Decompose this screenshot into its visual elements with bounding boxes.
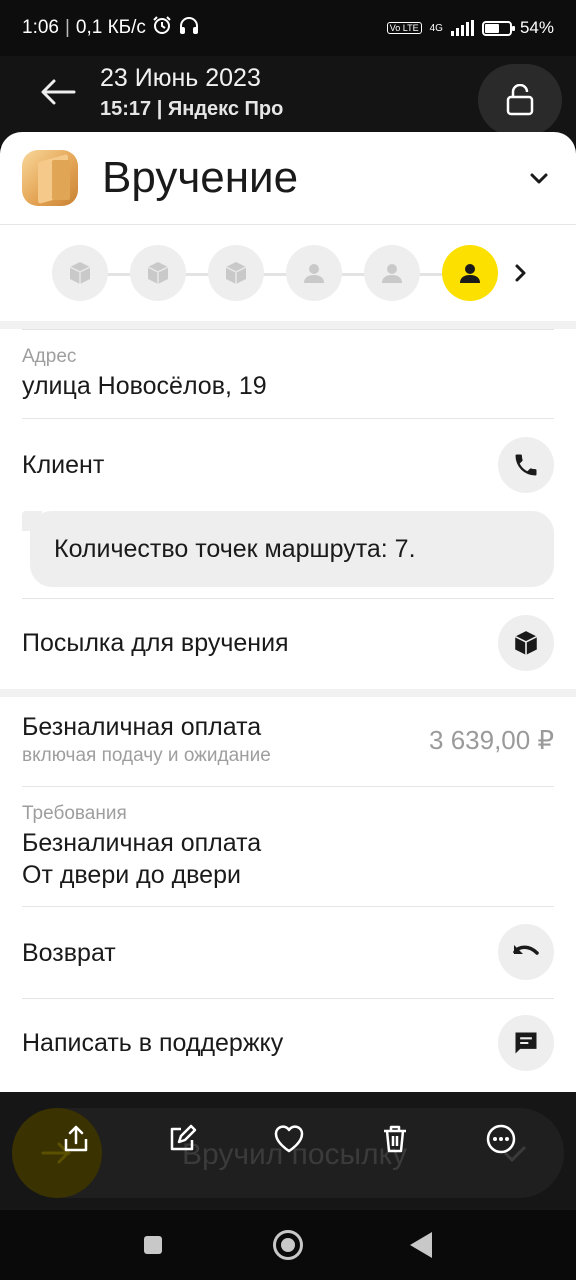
heart-icon bbox=[274, 1125, 304, 1153]
box-icon bbox=[147, 262, 169, 284]
lock-button[interactable] bbox=[478, 64, 562, 136]
requirement-door: От двери до двери bbox=[22, 861, 241, 889]
step-person-current[interactable] bbox=[442, 245, 498, 301]
step-person-2[interactable] bbox=[364, 245, 420, 301]
section-divider bbox=[0, 321, 576, 329]
edit-button[interactable] bbox=[165, 1122, 199, 1156]
sheet-title: Вручение bbox=[102, 153, 299, 202]
parcel-button[interactable] bbox=[498, 615, 554, 671]
phone-icon bbox=[515, 454, 537, 476]
stepper-next-button[interactable] bbox=[510, 261, 532, 285]
route-message-text: Количество точек маршрута: 7. bbox=[54, 534, 416, 563]
person-icon bbox=[304, 264, 324, 283]
call-client-button[interactable] bbox=[498, 437, 554, 493]
address-row[interactable]: Адрес улица Новосёлов, 19 bbox=[22, 329, 554, 419]
more-icon bbox=[486, 1124, 516, 1154]
box-icon bbox=[69, 262, 91, 284]
signal-icon bbox=[450, 20, 474, 36]
payment-subtitle: включая подачу и ожидание bbox=[22, 745, 271, 766]
battery-percent: 54% bbox=[519, 18, 554, 37]
network-speed: 0,1 КБ/с bbox=[75, 17, 146, 38]
bubble-spacer bbox=[22, 587, 554, 599]
network-type: 4G bbox=[429, 22, 443, 34]
ride-subtitle: 15:17 | Яндекс Про bbox=[100, 98, 284, 120]
status-separator: | bbox=[64, 17, 70, 38]
step-box-2[interactable] bbox=[130, 245, 186, 301]
chat-icon bbox=[515, 1032, 537, 1054]
battery-icon bbox=[481, 20, 515, 36]
home-button[interactable] bbox=[273, 1230, 303, 1260]
status-time: 1:06 bbox=[22, 17, 59, 38]
requirement-payment: Безналичная оплата bbox=[22, 829, 262, 857]
ride-date: 23 Июнь 2023 bbox=[100, 64, 261, 92]
undo-icon bbox=[513, 945, 539, 955]
address-value: улица Новосёлов, 19 bbox=[22, 372, 267, 400]
parcel-label: Посылка для вручения bbox=[22, 629, 289, 657]
support-button[interactable] bbox=[498, 1015, 554, 1071]
recents-button[interactable] bbox=[144, 1236, 162, 1254]
requirements-row: Требования Безналичная оплата От двери д… bbox=[22, 787, 554, 907]
client-row: Клиент bbox=[22, 419, 554, 511]
parcel-row: Посылка для вручения bbox=[22, 599, 554, 689]
step-box-3[interactable] bbox=[208, 245, 264, 301]
step-box-1[interactable] bbox=[52, 245, 108, 301]
delivery-logo bbox=[22, 150, 78, 206]
box-icon bbox=[225, 262, 247, 284]
delete-button[interactable] bbox=[378, 1122, 412, 1156]
payment-row: Безналичная оплата включая подачу и ожид… bbox=[22, 697, 554, 787]
chevron-right-icon bbox=[515, 264, 526, 282]
support-row[interactable]: Написать в поддержку bbox=[22, 999, 554, 1089]
battery-fill bbox=[484, 23, 499, 33]
support-label: Написать в поддержку bbox=[22, 1029, 284, 1057]
payment-amount: 3 639,00 ₽ bbox=[429, 725, 554, 755]
favorite-button[interactable] bbox=[272, 1122, 306, 1156]
address-label: Адрес bbox=[22, 346, 77, 367]
chevron-down-icon bbox=[530, 173, 548, 184]
trash-icon bbox=[384, 1125, 406, 1153]
section-divider bbox=[0, 689, 576, 697]
payment-title: Безналичная оплата bbox=[22, 713, 262, 741]
headphones-icon bbox=[178, 15, 200, 41]
person-icon bbox=[460, 264, 480, 283]
share-icon bbox=[64, 1125, 88, 1152]
return-label: Возврат bbox=[22, 939, 116, 967]
unlock-icon bbox=[506, 84, 534, 116]
status-bar: 1:06 | 0,1 КБ/с Vo LTE 4G 54% bbox=[0, 0, 576, 56]
box-icon bbox=[514, 631, 538, 655]
return-row[interactable]: Возврат bbox=[22, 907, 554, 999]
more-button[interactable] bbox=[484, 1122, 518, 1156]
system-nav-bar bbox=[0, 1210, 576, 1280]
step-person-1[interactable] bbox=[286, 245, 342, 301]
route-stepper bbox=[0, 225, 576, 321]
sheet-header: Вручение bbox=[0, 132, 576, 224]
return-button[interactable] bbox=[498, 924, 554, 980]
edit-icon bbox=[170, 1124, 197, 1151]
person-icon bbox=[382, 264, 402, 283]
arrow-left-icon bbox=[41, 79, 76, 105]
alarm-icon bbox=[152, 15, 172, 41]
back-button[interactable] bbox=[38, 74, 78, 110]
requirements-label: Требования bbox=[22, 803, 127, 824]
route-message-bubble: Количество точек маршрута: 7. bbox=[22, 511, 554, 587]
share-button[interactable] bbox=[59, 1122, 93, 1156]
delivery-sheet: Вручение Адрес улица Новосёлов, 19 Клиен… bbox=[0, 132, 576, 1092]
volte-icon: Vo LTE bbox=[386, 22, 422, 34]
nav-back-button[interactable] bbox=[410, 1232, 432, 1258]
client-label: Клиент bbox=[22, 451, 105, 479]
collapse-button[interactable] bbox=[528, 168, 550, 190]
